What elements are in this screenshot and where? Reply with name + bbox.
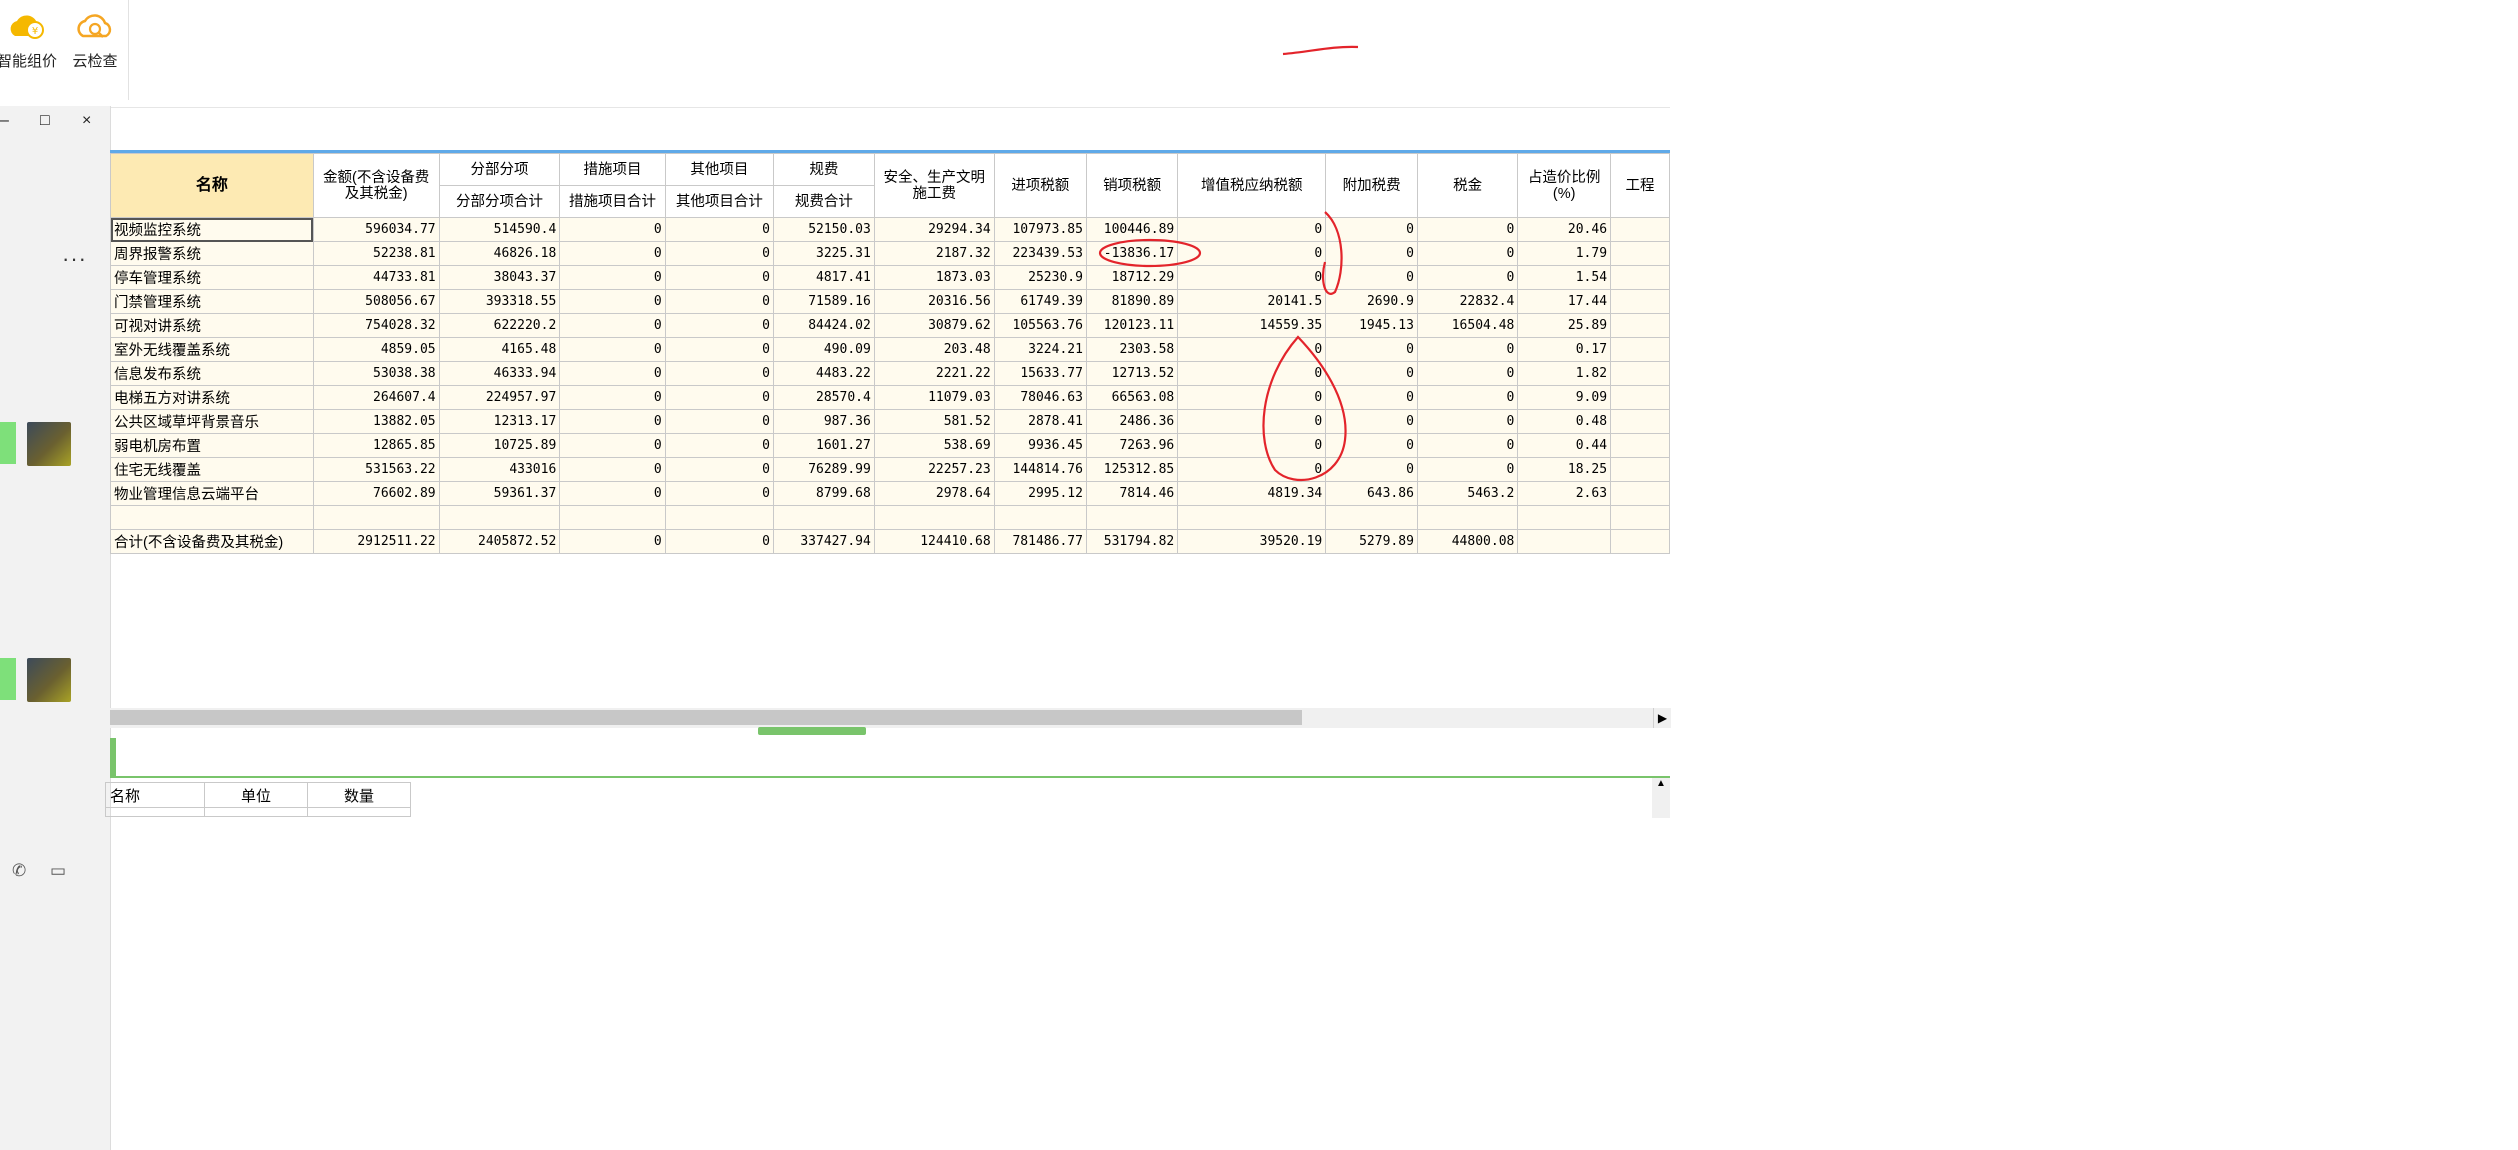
annotation-loop <box>1321 211 1343 295</box>
annotation-loop <box>1262 335 1347 482</box>
annotation-dash <box>1282 45 1359 56</box>
annotation-circle <box>1098 238 1202 268</box>
red-annotations <box>1098 45 1359 482</box>
